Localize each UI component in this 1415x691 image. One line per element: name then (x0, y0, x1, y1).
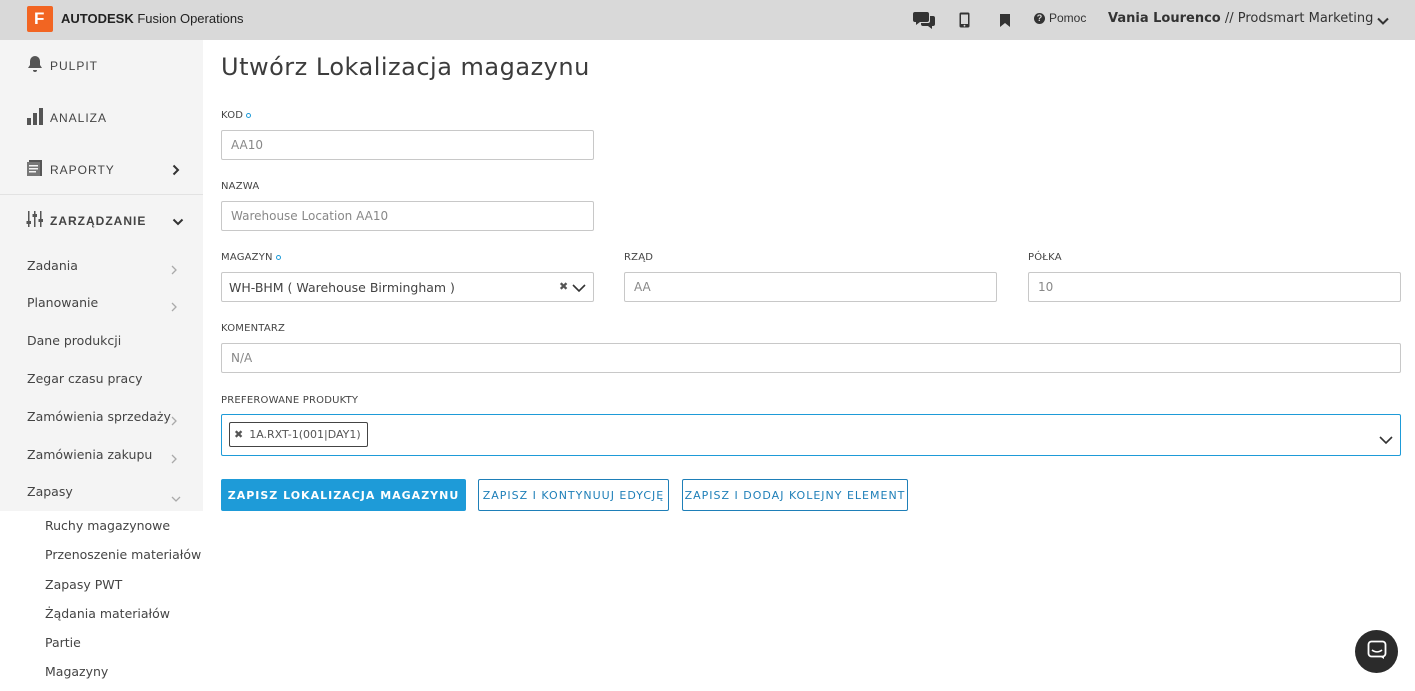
sidebar-item-pulpit[interactable]: PULPIT (0, 40, 203, 92)
chevron-down-icon[interactable] (572, 282, 586, 296)
chevron-right-icon (171, 260, 177, 279)
help-icon: ? (1034, 12, 1045, 24)
sidebar-item-zapasy[interactable]: Zapasy (27, 484, 73, 499)
submenu-item-zadania-materialow[interactable]: Żądania materiałów (45, 606, 170, 621)
rzad-label: RZĄD (624, 252, 654, 263)
mobile-icon[interactable] (959, 10, 970, 30)
help-link[interactable]: ? Pomoc (1034, 11, 1086, 25)
sidebar: PULPIT ANALIZA RAPORTY ZARZĄDZANIE Zadan… (0, 40, 203, 691)
bell-icon (26, 55, 44, 77)
top-bar: F AUTODESK Fusion Operations ? Pomoc Van… (0, 0, 1415, 40)
required-icon (275, 254, 281, 260)
org-name: // Prodsmart Marketing (1220, 11, 1374, 26)
komentarz-field[interactable]: N/A (221, 343, 1401, 373)
magazyn-label-text: MAGAZYN (221, 252, 273, 263)
magazyn-selected-value: WH-BHM ( Warehouse Birmingham ) (229, 279, 455, 295)
remove-tag-icon[interactable]: ✖ (234, 428, 243, 441)
product-tag: ✖ 1A.RXT-1(001|DAY1) (229, 422, 368, 447)
page-title: Utwórz Lokalizacja magazynu (221, 53, 590, 81)
user-menu[interactable]: Vania Lourenco // Prodsmart Marketing (1108, 11, 1373, 26)
chevron-down-icon[interactable] (1379, 430, 1393, 449)
product-name: Fusion Operations (133, 11, 244, 26)
magazyn-select[interactable]: WH-BHM ( Warehouse Birmingham ) ✖ (221, 272, 594, 302)
autodesk-logo[interactable]: F (27, 6, 53, 32)
chevron-right-icon (172, 161, 180, 180)
help-label: Pomoc (1049, 11, 1087, 25)
sidebar-item-zadania[interactable]: Zadania (27, 258, 78, 273)
polka-field[interactable]: 10 (1028, 272, 1401, 302)
nazwa-field[interactable]: Warehouse Location AA10 (221, 201, 594, 231)
zapasy-submenu: Ruchy magazynowe Przenoszenie materiałów… (0, 511, 203, 691)
sidebar-item-raporty[interactable]: RAPORTY (0, 144, 203, 196)
kod-label: KOD (221, 110, 252, 121)
magazyn-label: MAGAZYN (221, 252, 281, 263)
logo-letter: F (34, 9, 45, 28)
sidebar-item-label: ANALIZA (50, 111, 108, 125)
required-icon (246, 112, 252, 118)
chevron-right-icon (171, 449, 177, 468)
chevron-right-icon (171, 297, 177, 316)
chevron-right-icon (171, 411, 177, 430)
sidebar-item-analiza[interactable]: ANALIZA (0, 92, 203, 144)
submenu-item-zapasy-pwt[interactable]: Zapasy PWT (45, 577, 122, 592)
brand-name: AUTODESK (61, 11, 134, 26)
sidebar-item-dane-produkcji[interactable]: Dane produkcji (27, 333, 121, 348)
komentarz-label: KOMENTARZ (221, 323, 286, 334)
sidebar-item-label: PULPIT (50, 59, 99, 73)
kod-field[interactable]: AA10 (221, 130, 594, 160)
submenu-item-przenoszenie-materialow[interactable]: Przenoszenie materiałów (45, 547, 201, 562)
sidebar-item-label: RAPORTY (50, 163, 115, 177)
product-tag-label: 1A.RXT-1(001|DAY1) (249, 428, 361, 441)
sidebar-item-zegar-czasu-pracy[interactable]: Zegar czasu pracy (27, 371, 142, 386)
chevron-down-icon (172, 212, 184, 231)
bar-chart-icon (26, 107, 44, 129)
save-and-add-another-button[interactable]: ZAPISZ I DODAJ KOLEJNY ELEMENT (682, 479, 908, 511)
chat-launcher[interactable] (1355, 630, 1398, 673)
rzad-field[interactable]: AA (624, 272, 997, 302)
sidebar-item-zamowienia-sprzedazy[interactable]: Zamówienia sprzedaży (27, 409, 171, 424)
preferowane-produkty-label: PREFEROWANE PRODUKTY (221, 395, 359, 406)
sidebar-item-label: ZARZĄDZANIE (50, 214, 147, 228)
sidebar-item-planowanie[interactable]: Planowanie (27, 295, 98, 310)
polka-label: PÓŁKA (1028, 252, 1062, 263)
chat-icon[interactable] (913, 10, 936, 30)
app-title: AUTODESK Fusion Operations (61, 11, 244, 26)
kod-label-text: KOD (221, 110, 244, 121)
submenu-item-partie[interactable]: Partie (45, 635, 81, 650)
preferowane-produkty-select[interactable]: ✖ 1A.RXT-1(001|DAY1) (221, 414, 1401, 456)
report-icon (26, 159, 44, 181)
save-and-continue-button[interactable]: ZAPISZ I KONTYNUUJ EDYCJĘ (478, 479, 669, 511)
chevron-down-icon (171, 487, 181, 506)
sliders-icon (26, 210, 44, 232)
sidebar-item-zarzadzanie[interactable]: ZARZĄDZANIE (0, 195, 203, 247)
clear-icon[interactable]: ✖ (559, 280, 568, 293)
bookmark-icon[interactable] (1000, 10, 1010, 30)
sidebar-item-zamowienia-zakupu[interactable]: Zamówienia zakupu (27, 447, 152, 462)
submenu-item-magazyny[interactable]: Magazyny (45, 664, 108, 679)
chevron-down-icon[interactable] (1377, 12, 1389, 31)
nazwa-label: NAZWA (221, 181, 260, 192)
chat-bubble-icon (1367, 640, 1387, 664)
save-button[interactable]: ZAPISZ LOKALIZACJA MAGAZYNU (221, 479, 466, 511)
user-name: Vania Lourenco (1108, 11, 1221, 26)
submenu-item-ruchy-magazynowe[interactable]: Ruchy magazynowe (45, 518, 170, 533)
